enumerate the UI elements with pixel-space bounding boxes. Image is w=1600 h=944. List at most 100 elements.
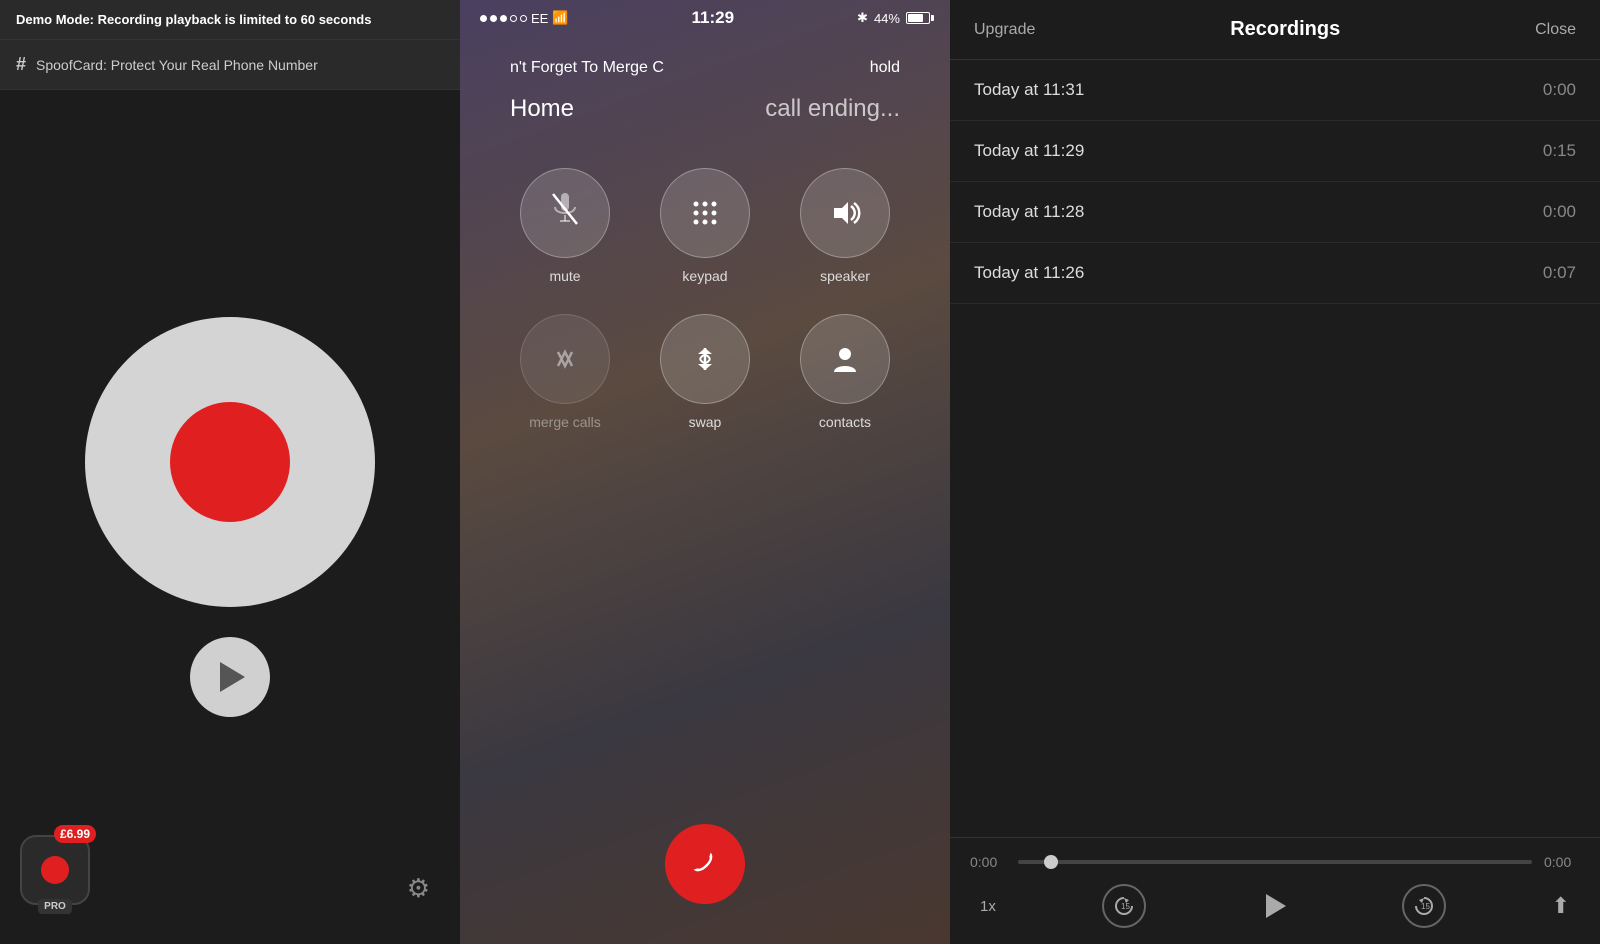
skip-back-icon: 15 — [1112, 894, 1136, 918]
progress-bar[interactable] — [1018, 860, 1532, 864]
speaker-label: speaker — [820, 268, 870, 284]
recording-duration: 0:07 — [1543, 263, 1576, 283]
call-info: n't Forget To Merge C hold Home call end… — [460, 36, 950, 148]
end-call-area — [460, 804, 950, 944]
recording-timestamp: Today at 11:26 — [974, 263, 1084, 283]
playback-progress: 0:00 0:00 — [970, 854, 1580, 870]
swap-button[interactable]: swap — [660, 314, 750, 430]
keypad-button[interactable]: keypad — [660, 168, 750, 284]
progress-thumb — [1044, 855, 1058, 869]
merge-label: merge calls — [529, 414, 601, 430]
recordings-title: Recordings — [1230, 18, 1340, 41]
carrier-label: EE — [531, 11, 548, 26]
playback-play-icon — [1266, 894, 1286, 918]
speaker-circle — [800, 168, 890, 258]
signal-dot-3 — [500, 15, 507, 22]
recording-timestamp: Today at 11:31 — [974, 80, 1084, 100]
signal-dot-1 — [480, 15, 487, 22]
signal-dots — [480, 15, 527, 22]
signal-dot-4 — [510, 15, 517, 22]
playback-speed[interactable]: 1x — [980, 898, 996, 915]
recordings-panel: Upgrade Recordings Close Today at 11:31 … — [950, 0, 1600, 944]
end-time: 0:00 — [1544, 854, 1580, 870]
mute-icon — [550, 191, 580, 235]
swap-label: swap — [689, 414, 722, 430]
demo-banner: Demo Mode: Recording playback is limited… — [0, 0, 460, 40]
call-buttons-row-1: mute keypad — [520, 168, 890, 284]
recording-item[interactable]: Today at 11:29 0:15 — [950, 121, 1600, 182]
pro-price: £6.99 — [54, 825, 96, 843]
recording-item[interactable]: Today at 11:28 0:00 — [950, 182, 1600, 243]
call-top-row: n't Forget To Merge C hold — [480, 54, 930, 82]
upgrade-button[interactable]: Upgrade — [974, 21, 1035, 39]
hash-icon: # — [16, 54, 26, 75]
contacts-circle — [800, 314, 890, 404]
play-button[interactable] — [190, 637, 270, 717]
current-time: 0:00 — [970, 854, 1006, 870]
recording-duration: 0:00 — [1543, 80, 1576, 100]
battery-percent: 44% — [874, 11, 900, 26]
call-buttons-row-2: merge calls swap — [520, 314, 890, 430]
end-call-button[interactable] — [648, 807, 761, 920]
recordings-list: Today at 11:31 0:00 Today at 11:29 0:15 … — [950, 60, 1600, 837]
merge-button[interactable]: merge calls — [520, 314, 610, 430]
phone-screen: EE 📶 11:29 ✱ 44% n't Forget To Merge C h… — [460, 0, 950, 944]
swap-circle — [660, 314, 750, 404]
call-top-text: n't Forget To Merge C — [510, 59, 664, 77]
status-bar: EE 📶 11:29 ✱ 44% — [460, 0, 950, 36]
play-triangle-icon — [220, 662, 245, 692]
spoofcard-banner[interactable]: # SpoofCard: Protect Your Real Phone Num… — [0, 40, 460, 90]
pro-badge[interactable]: £6.99 PRO — [20, 825, 90, 914]
svg-text:15: 15 — [1121, 902, 1130, 911]
record-dot — [170, 402, 290, 522]
swap-icon — [690, 344, 720, 374]
call-ending-text: call ending... — [765, 95, 900, 123]
bluetooth-icon: ✱ — [857, 10, 868, 26]
mute-circle — [520, 168, 610, 258]
wifi-icon: 📶 — [552, 10, 568, 26]
record-area — [0, 90, 460, 944]
recording-item[interactable]: Today at 11:31 0:00 — [950, 60, 1600, 121]
speaker-icon — [828, 198, 862, 228]
merge-icon — [550, 344, 580, 374]
pro-label: PRO — [38, 899, 72, 914]
pro-icon — [20, 835, 90, 905]
contacts-button[interactable]: contacts — [800, 314, 890, 430]
call-bottom-row: Home call ending... — [480, 90, 930, 128]
recording-duration: 0:15 — [1543, 141, 1576, 161]
mute-label: mute — [549, 268, 580, 284]
recording-timestamp: Today at 11:29 — [974, 141, 1084, 161]
signal-dot-5 — [520, 15, 527, 22]
skip-back-button[interactable]: 15 — [1102, 884, 1146, 928]
playback-play-button[interactable] — [1252, 884, 1296, 928]
battery-area: ✱ 44% — [857, 10, 930, 26]
mute-button[interactable]: mute — [520, 168, 610, 284]
left-panel: Demo Mode: Recording playback is limited… — [0, 0, 460, 944]
record-button[interactable] — [85, 317, 375, 607]
recordings-header: Upgrade Recordings Close — [950, 0, 1600, 60]
demo-message: Recording playback is limited to 60 seco… — [98, 12, 372, 27]
keypad-label: keypad — [682, 268, 727, 284]
call-buttons-grid: mute keypad — [460, 148, 950, 804]
settings-icon[interactable]: ⚙ — [407, 873, 430, 904]
demo-bold-text: Demo Mode: — [16, 12, 94, 27]
close-button[interactable]: Close — [1535, 21, 1576, 39]
contacts-icon — [830, 344, 860, 374]
end-call-icon — [682, 841, 727, 886]
signal-area: EE 📶 — [480, 10, 569, 26]
merge-circle — [520, 314, 610, 404]
clock: 11:29 — [692, 8, 735, 28]
playback-controls: 1x 15 15 ⬆ — [970, 884, 1580, 928]
share-button[interactable]: ⬆ — [1552, 893, 1570, 919]
recording-item[interactable]: Today at 11:26 0:07 — [950, 243, 1600, 304]
skip-forward-icon: 15 — [1412, 894, 1436, 918]
battery-icon — [906, 12, 930, 24]
speaker-button[interactable]: speaker — [800, 168, 890, 284]
recording-timestamp: Today at 11:28 — [974, 202, 1084, 222]
keypad-icon — [691, 199, 719, 227]
pro-red-dot — [41, 856, 69, 884]
skip-forward-button[interactable]: 15 — [1402, 884, 1446, 928]
call-home-text: Home — [510, 95, 574, 123]
recording-duration: 0:00 — [1543, 202, 1576, 222]
svg-text:15: 15 — [1421, 902, 1430, 911]
